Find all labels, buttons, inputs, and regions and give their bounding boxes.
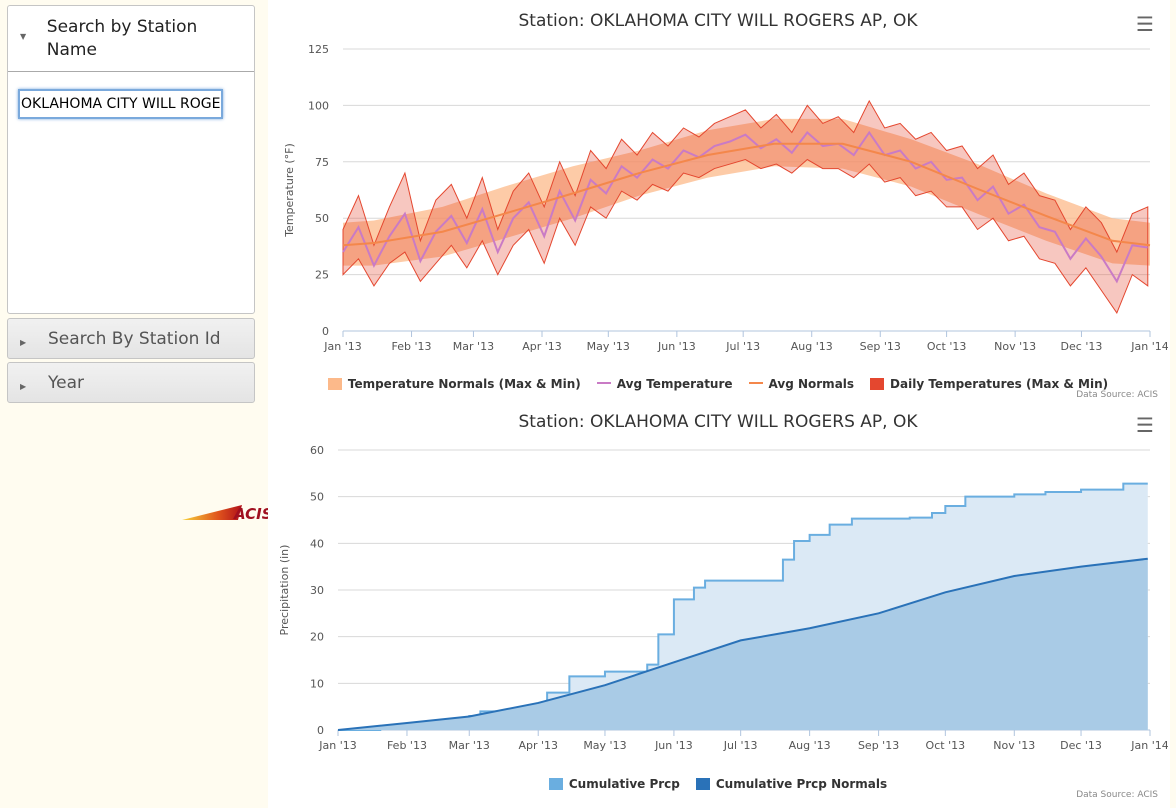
y-tick-label: 75 [315,156,329,169]
legend-item-avg-temp[interactable]: Avg Temperature [596,377,733,391]
y-tick-label: 20 [310,631,324,644]
legend-item-cum-prcp[interactable]: Cumulative Prcp [548,777,680,791]
x-tick-label: Sep '13 [858,739,899,752]
acis-logo: ACIS [182,505,272,523]
data-source: Data Source: ACIS [1076,390,1158,400]
y-tick-label: 60 [310,444,324,457]
legend-swatch [748,382,763,384]
x-tick-label: Dec '13 [1060,739,1102,752]
legend-swatch [596,382,611,384]
legend-swatch [327,378,342,390]
panel-label: Search by Station Name [46,17,198,60]
y-tick-label: 10 [310,677,324,690]
precipitation-chart: 0 10 20 30 40 50 60 Jan '13 Feb '13 Mar '13 Apr '1… [278,444,1168,752]
x-tick-label: Jul '13 [723,739,758,752]
x-tick-label: Jun '13 [654,739,693,752]
y-tick-label: 40 [310,537,324,550]
caret-down-icon: ▼ [20,32,27,41]
legend-label: Cumulative Prcp [568,777,680,791]
charts-area: Station: OKLAHOMA CITY WILL ROGERS AP, O… [268,0,1170,808]
x-tick-label: Mar '13 [453,340,494,353]
y-tick-label: 0 [322,325,329,338]
x-tick-label: Aug '13 [791,340,833,353]
y-tick-label: 100 [308,99,329,112]
x-tick-label: Nov '13 [993,739,1035,752]
x-tick-label: Jan '14 [1130,340,1168,353]
panel-header-station-name[interactable]: ▼ Search by Station Name [8,6,254,72]
temp-legend: Temperature Normals (Max & Min) Avg Temp… [268,377,1168,391]
x-tick-label: Jul '13 [725,340,760,353]
x-tick-label: Apr '13 [522,340,562,353]
legend-item-cum-normals[interactable]: Cumulative Prcp Normals [695,777,888,791]
panel-label: Year [48,373,84,393]
x-tick-label: Jan '13 [318,739,356,752]
prcp-legend: Cumulative Prcp Cumulative Prcp Normals [268,777,1168,791]
legend-swatch [695,778,710,790]
panel-search-by-station-id[interactable]: ▶ Search By Station Id [7,318,255,359]
x-tick-label: Feb '13 [387,739,427,752]
x-tick-label: Jan '13 [323,340,361,353]
y-tick-label: 125 [308,43,329,56]
x-tick-label: Dec '13 [1061,340,1103,353]
y-tick-label: 30 [310,584,324,597]
y-tick-label: 25 [315,269,329,282]
legend-swatch [548,778,563,790]
legend-item-daily[interactable]: Daily Temperatures (Max & Min) [870,377,1108,391]
caret-right-icon: ▶ [20,338,27,347]
x-tick-label: Nov '13 [994,340,1036,353]
x-tick-label: Aug '13 [789,739,831,752]
svg-text:ACIS: ACIS [233,505,272,523]
y-tick-label: 50 [315,212,329,225]
temperature-chart: 0 25 50 75 100 125 Jan '13 Feb '13 Mar '13 Apr '1… [283,43,1168,353]
caret-right-icon: ▶ [20,382,27,391]
y-tick-label: 0 [317,724,324,737]
legend-label: Daily Temperatures (Max & Min) [890,377,1109,391]
legend-label: Avg Normals [768,377,855,391]
legend-label: Cumulative Prcp Normals [715,777,888,791]
x-tick-label: Oct '13 [926,739,966,752]
x-tick-label: Sep '13 [860,340,901,353]
x-tick-label: Oct '13 [927,340,967,353]
y-axis-label: Precipitation (in) [278,545,291,636]
x-tick-label: Mar '13 [449,739,490,752]
x-tick-label: May '13 [583,739,626,752]
x-tick-label: May '13 [587,340,630,353]
y-axis-label: Temperature (°F) [283,143,296,238]
x-tick-label: Apr '13 [518,739,558,752]
station-name-input[interactable] [18,89,223,119]
x-tick-label: Feb '13 [392,340,432,353]
legend-item-normals[interactable]: Temperature Normals (Max & Min) [327,377,581,391]
x-tick-label: Jan '14 [1130,739,1168,752]
x-tick-label: Jun '13 [657,340,696,353]
legend-label: Avg Temperature [616,377,733,391]
panel-label: Search By Station Id [48,329,221,349]
panel-year[interactable]: ▶ Year [7,362,255,403]
data-source: Data Source: ACIS [1076,790,1158,800]
panel-search-by-station-name: ▼ Search by Station Name [7,5,255,314]
legend-item-avg-normals[interactable]: Avg Normals [748,377,855,391]
legend-swatch [870,378,885,390]
y-tick-label: 50 [310,491,324,504]
legend-label: Temperature Normals (Max & Min) [347,377,581,391]
